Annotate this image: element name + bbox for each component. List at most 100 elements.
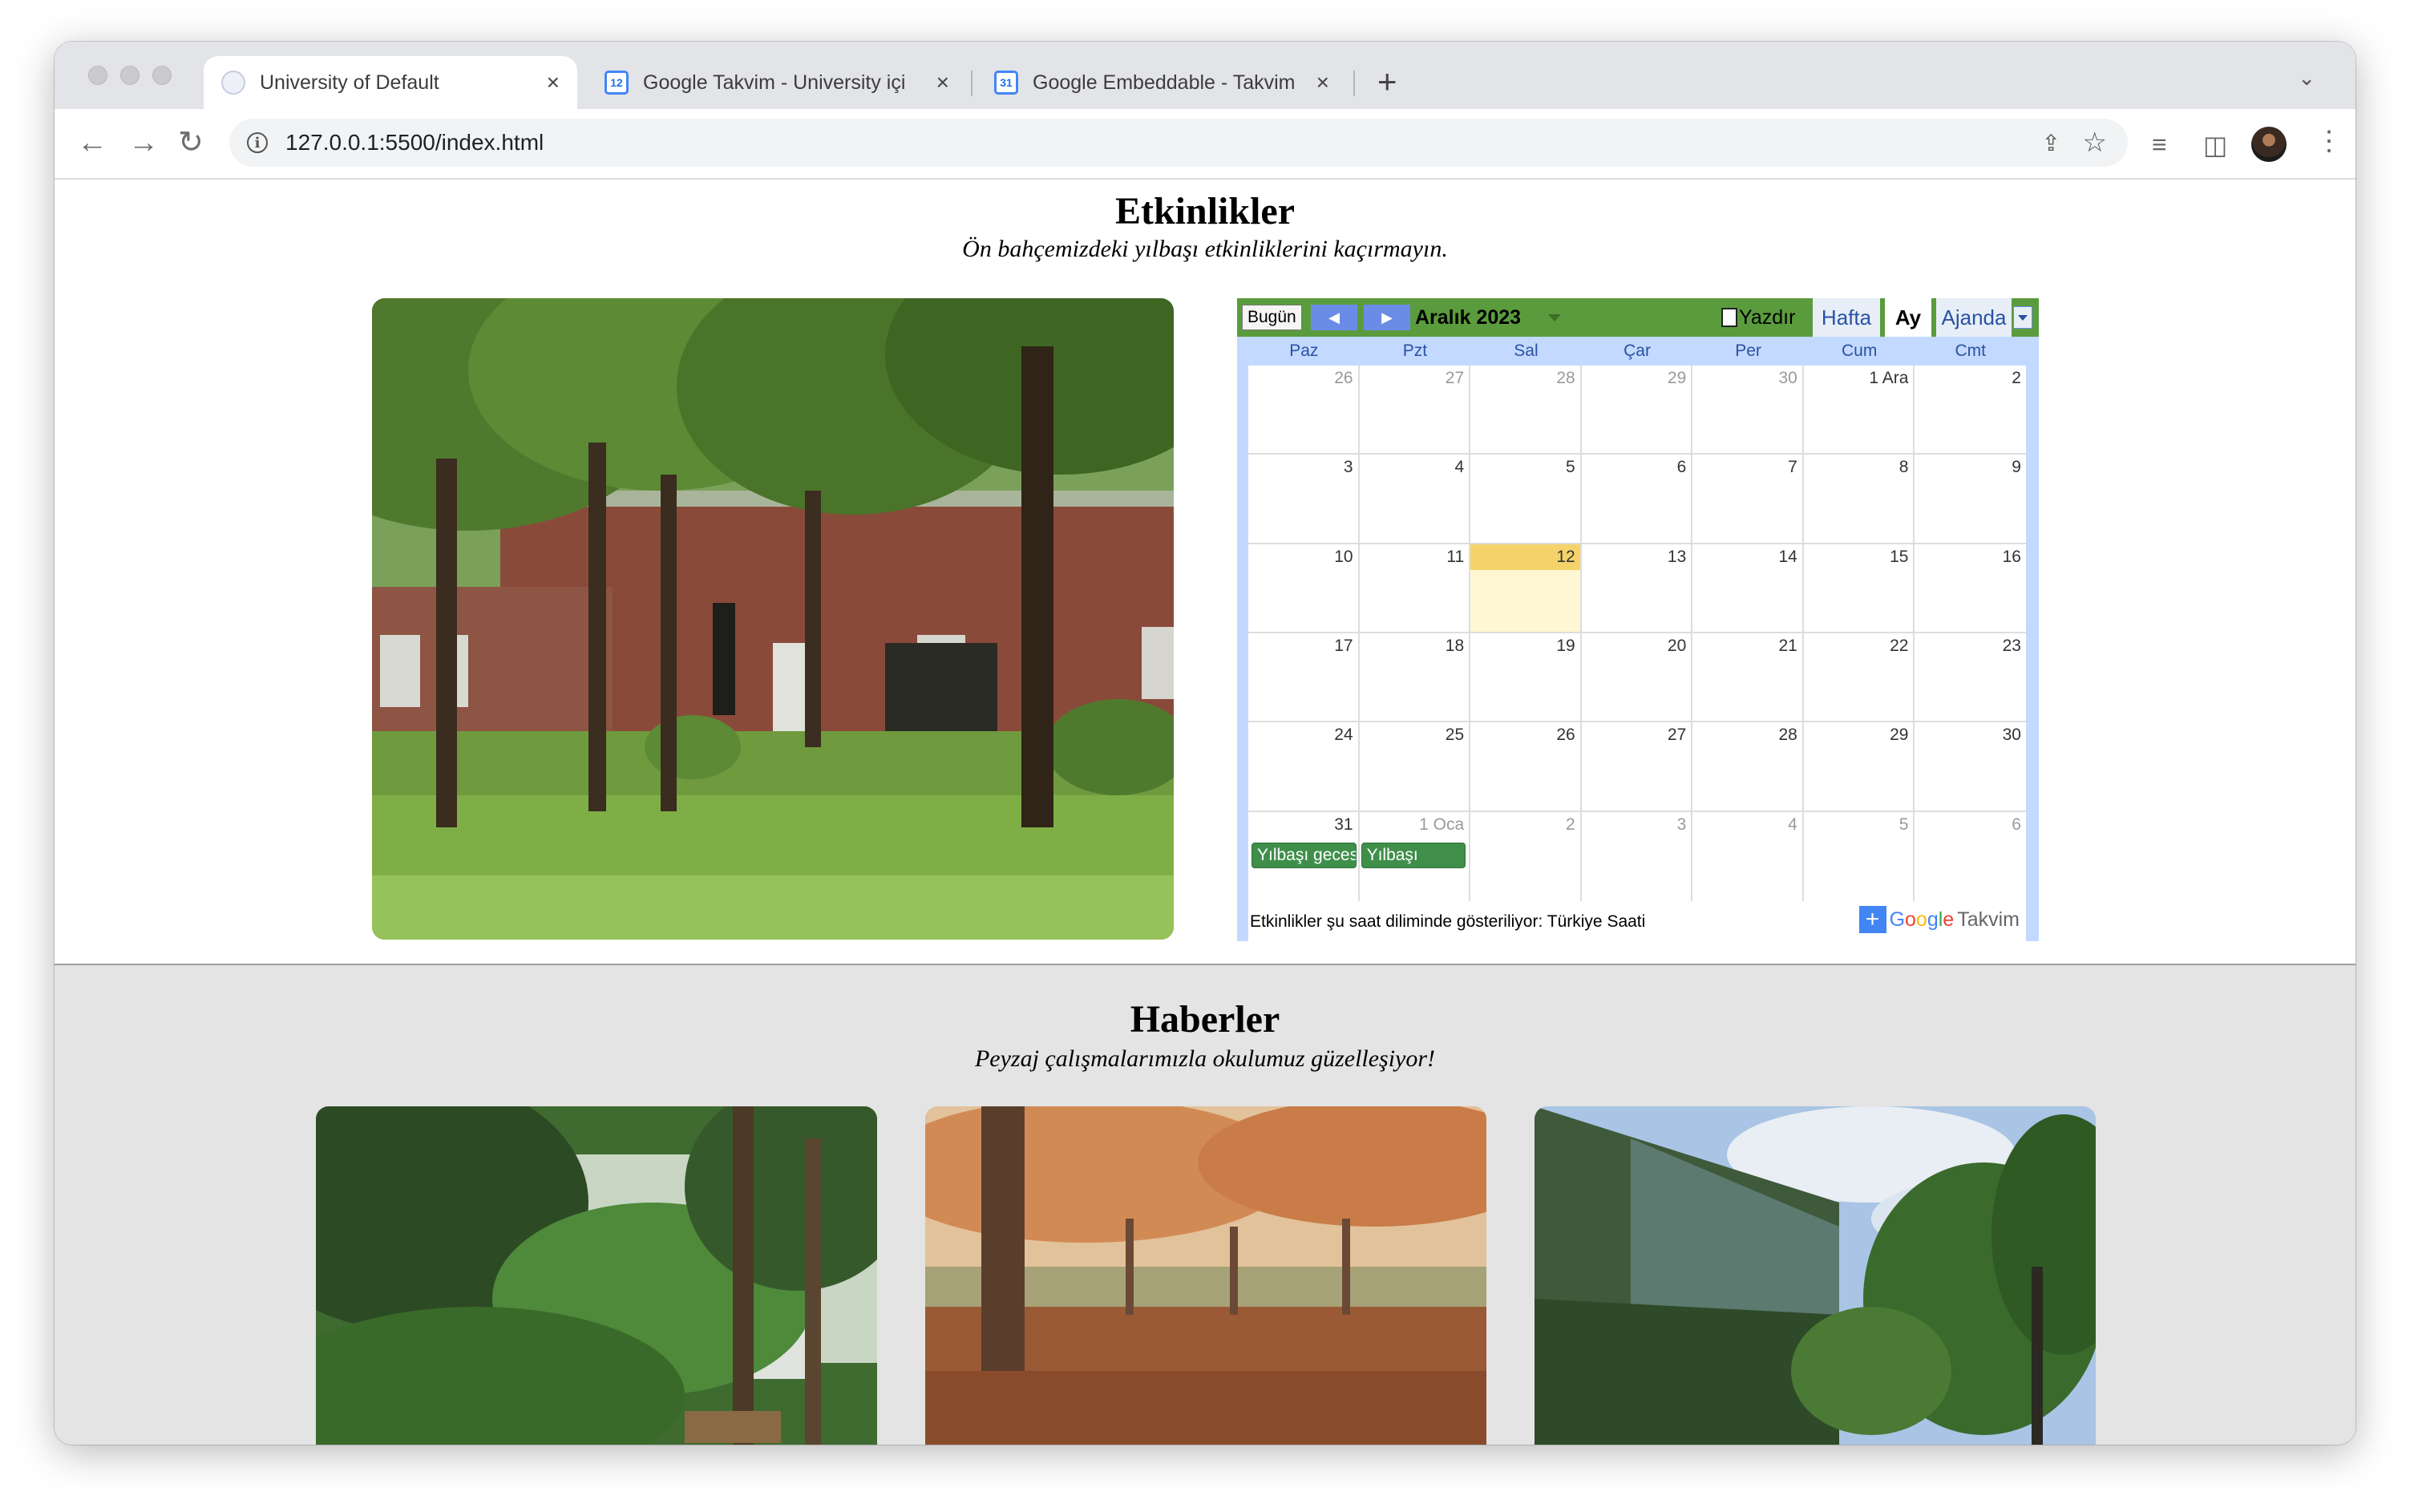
day-cell[interactable]: 9 xyxy=(1915,455,2026,544)
day-cell[interactable]: 15 xyxy=(1803,544,1915,633)
day-cell[interactable]: 24 xyxy=(1248,722,1360,812)
side-panel-icon[interactable]: ◫ xyxy=(2203,130,2227,160)
day-cell[interactable]: 21 xyxy=(1692,633,1804,723)
day-cell[interactable]: 27 xyxy=(1581,722,1693,812)
day-number: 27 xyxy=(1667,726,1687,745)
day-cell[interactable]: 13 xyxy=(1581,544,1693,633)
bookmark-star-icon[interactable]: ☆ xyxy=(2083,127,2107,159)
events-section: Etkinlikler Ön bahçemizdeki yılbaşı etki… xyxy=(55,180,2355,965)
day-cell[interactable]: 27 xyxy=(1359,366,1471,455)
weekday-label: Per xyxy=(1735,342,1761,360)
next-month-button[interactable]: ▶ xyxy=(1364,305,1410,330)
day-cell[interactable]: 6 xyxy=(1915,812,2026,901)
day-cell[interactable]: 19 xyxy=(1470,633,1582,723)
day-cell[interactable]: 20 xyxy=(1581,633,1693,723)
day-cell[interactable]: 28 xyxy=(1692,722,1804,812)
globe-icon xyxy=(221,71,245,95)
day-cell[interactable]: 17 xyxy=(1248,633,1360,723)
day-cell[interactable]: 4 xyxy=(1359,455,1471,544)
day-cell[interactable]: 5 xyxy=(1470,455,1582,544)
day-cell[interactable]: 31 Yılbaşı gecesi xyxy=(1248,811,1360,901)
event-chip[interactable]: Yılbaşı gecesi xyxy=(1252,842,1357,868)
day-cell[interactable]: 2 xyxy=(1915,366,2026,455)
tab-google-takvim[interactable]: 12 Google Takvim - University içi × xyxy=(587,56,967,109)
day-cell[interactable]: 29 xyxy=(1581,366,1693,455)
tab-search-chevron-icon[interactable]: ⌄ xyxy=(2298,66,2315,91)
new-tab-button[interactable]: + xyxy=(1377,59,1397,104)
day-cell[interactable]: 4 xyxy=(1692,811,1804,901)
day-number: 22 xyxy=(1890,637,1909,655)
day-cell[interactable]: 26 xyxy=(1470,722,1582,812)
month-dropdown-caret-icon[interactable] xyxy=(1548,314,1561,321)
back-arrow-icon[interactable]: ← xyxy=(77,125,107,160)
address-bar[interactable]: i 127.0.0.1:5500/index.html ⇪ ☆ xyxy=(229,119,2128,167)
more-menu-icon[interactable]: ⋮ xyxy=(2315,125,2343,157)
tab-university[interactable]: University of Default × xyxy=(204,56,577,109)
day-cell[interactable]: 25 xyxy=(1359,722,1471,812)
day-cell[interactable]: 29 xyxy=(1803,722,1915,812)
day-cell-today[interactable]: 12 xyxy=(1470,544,1582,633)
share-icon[interactable]: ⇪ xyxy=(2042,130,2060,156)
day-number: 6 xyxy=(2012,815,2021,834)
site-info-icon[interactable]: i xyxy=(247,132,268,153)
day-cell[interactable]: 1 Ara xyxy=(1803,366,1915,455)
day-number: 28 xyxy=(1556,369,1575,387)
url-text[interactable]: 127.0.0.1:5500/index.html xyxy=(285,130,544,156)
day-number: 10 xyxy=(1334,547,1353,566)
reading-list-icon[interactable]: ≡ xyxy=(2152,130,2167,160)
day-cell[interactable]: 30 xyxy=(1692,366,1804,455)
close-tab-icon[interactable]: × xyxy=(547,70,560,95)
browser-toolbar: ← → ↻ i 127.0.0.1:5500/index.html ⇪ ☆ ≡ … xyxy=(55,109,2355,180)
day-cell[interactable]: 2 xyxy=(1470,811,1582,901)
print-label: Yazdır xyxy=(1739,306,1796,329)
day-number: 11 xyxy=(1446,547,1465,566)
forward-arrow-icon[interactable]: → xyxy=(128,125,159,160)
event-chip[interactable]: Yılbaşı xyxy=(1361,842,1466,868)
today-button[interactable]: Bugün xyxy=(1242,305,1302,330)
day-cell[interactable]: 23 xyxy=(1915,633,2026,723)
day-cell[interactable]: 3 xyxy=(1248,455,1360,544)
day-cell[interactable]: 10 xyxy=(1248,544,1360,633)
day-cell[interactable]: 3 xyxy=(1582,811,1693,901)
news-photo-ivy-building xyxy=(1535,1106,2096,1445)
tab-week-view[interactable]: Hafta xyxy=(1813,298,1880,337)
day-number: 24 xyxy=(1334,726,1353,745)
tab-google-embeddable[interactable]: 31 Google Embeddable - Takvim × xyxy=(977,56,1347,109)
close-window-button[interactable] xyxy=(88,66,107,85)
events-title: Etkinlikler xyxy=(1114,190,1296,232)
tab-title: Google Embeddable - Takvim xyxy=(1033,71,1296,94)
profile-avatar[interactable] xyxy=(2251,127,2287,162)
close-tab-icon[interactable]: × xyxy=(1316,70,1329,95)
day-cell[interactable]: 28 xyxy=(1470,366,1582,455)
print-button[interactable]: Yazdır xyxy=(1721,305,1795,330)
day-cell[interactable]: 7 xyxy=(1692,455,1804,544)
day-cell[interactable]: 18 xyxy=(1359,633,1471,723)
day-number: 21 xyxy=(1778,637,1797,655)
previous-month-button[interactable]: ◀ xyxy=(1311,305,1357,330)
day-cell[interactable]: 30 xyxy=(1915,722,2026,812)
weekday-label: Çar xyxy=(1624,342,1651,360)
day-cell[interactable]: 16 xyxy=(1915,544,2026,633)
day-cell[interactable]: 26 xyxy=(1248,366,1360,455)
day-cell[interactable]: 11 xyxy=(1359,544,1471,633)
day-number: 4 xyxy=(1454,458,1465,477)
day-cell[interactable]: 22 xyxy=(1803,633,1915,723)
google-wordmark: Google xyxy=(1889,908,1955,931)
day-cell[interactable]: 8 xyxy=(1803,455,1915,544)
day-cell[interactable]: 5 xyxy=(1804,811,1915,901)
day-cell[interactable]: 6 xyxy=(1581,455,1693,544)
tab-month-view[interactable]: Ay xyxy=(1885,298,1931,337)
calendar-options-dropdown[interactable] xyxy=(2013,306,2032,329)
zoom-window-button[interactable] xyxy=(152,66,172,85)
tab-separator xyxy=(971,71,972,96)
month-label[interactable]: Aralık 2023 xyxy=(1415,305,1521,330)
google-calendar-logo[interactable]: + Google Takvim xyxy=(1858,906,2020,933)
day-cell[interactable]: 14 xyxy=(1692,544,1804,633)
day-number: 28 xyxy=(1778,726,1797,745)
tab-agenda-view[interactable]: Ajanda xyxy=(1936,298,2012,337)
day-cell[interactable]: 1 Oca Yılbaşı xyxy=(1360,811,1471,901)
minimize-window-button[interactable] xyxy=(120,66,140,85)
reload-icon[interactable]: ↻ xyxy=(178,125,204,160)
printer-icon xyxy=(1721,308,1737,327)
close-tab-icon[interactable]: × xyxy=(936,70,949,95)
